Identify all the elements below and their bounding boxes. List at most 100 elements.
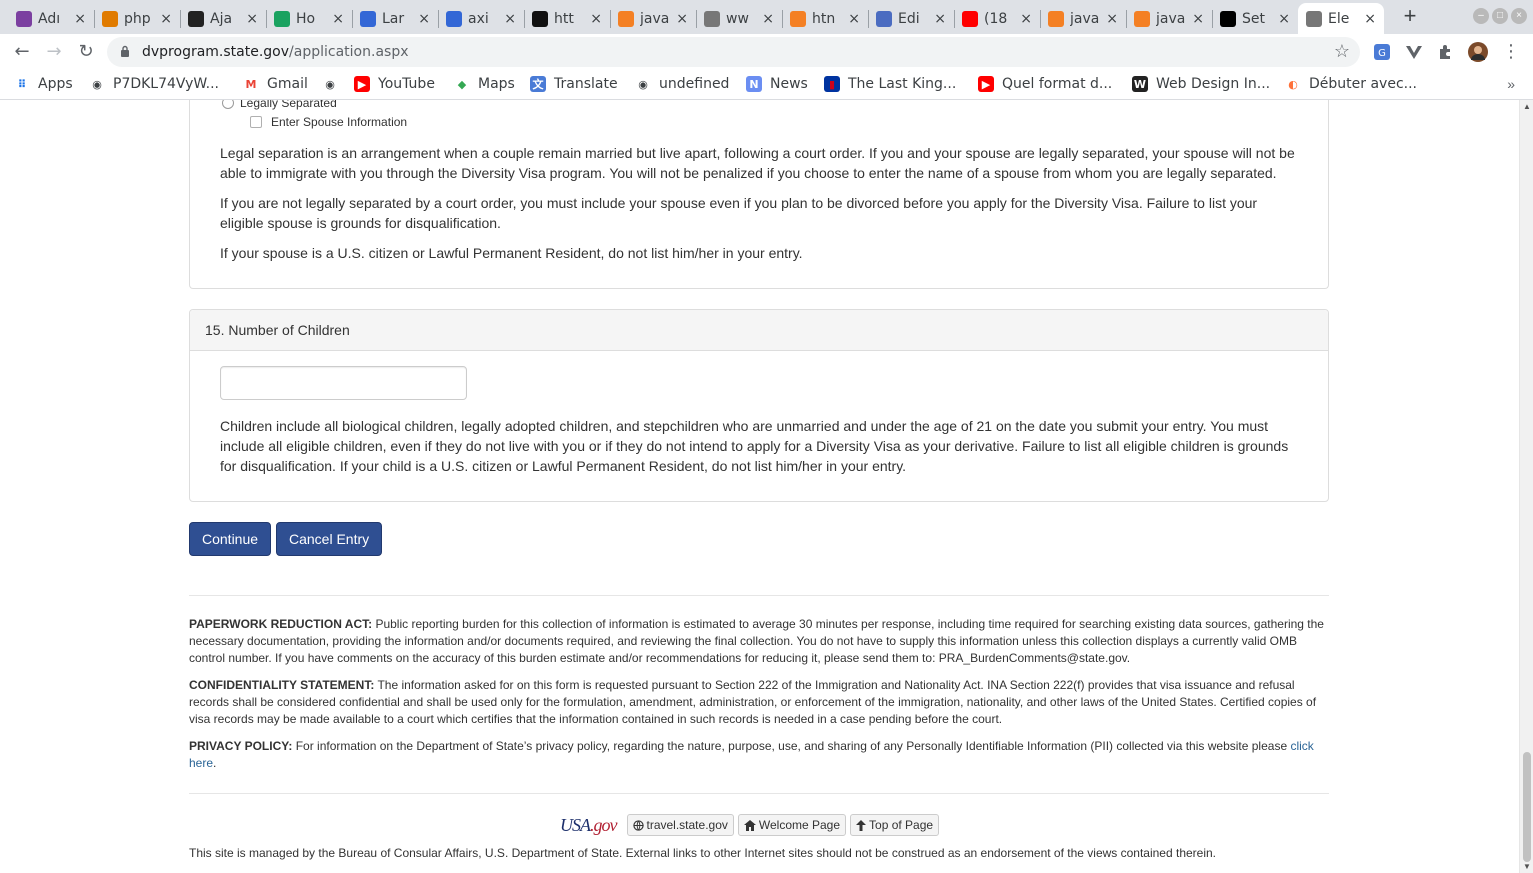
reload-icon[interactable]: ↻	[74, 40, 98, 64]
tab-close-icon[interactable]: ×	[848, 11, 860, 27]
tab-close-icon[interactable]: ×	[590, 11, 602, 27]
bookmark-item[interactable]: ▶ Quel format d...	[978, 76, 1112, 92]
browser-tab[interactable]: htn ×	[782, 3, 868, 34]
extensions-puzzle-icon[interactable]	[1436, 42, 1456, 62]
apps-grid-icon: ⠿	[17, 77, 27, 91]
url-text: dvprogram.state.gov/application.aspx	[142, 44, 409, 60]
tab-label: axi	[468, 10, 489, 27]
profile-avatar-icon[interactable]	[1468, 42, 1488, 62]
browser-tab[interactable]: java ×	[610, 3, 696, 34]
tab-close-icon[interactable]: ×	[1364, 11, 1376, 27]
browser-tab[interactable]: Aja ×	[180, 3, 266, 34]
back-icon[interactable]: ←	[10, 40, 34, 64]
translate-icon: 文	[530, 76, 546, 92]
maximize-icon[interactable]: □	[1492, 8, 1508, 24]
tab-favicon-icon	[962, 10, 978, 27]
cancel-entry-button[interactable]: Cancel Entry	[276, 522, 383, 556]
vue-devtools-icon[interactable]	[1404, 42, 1424, 62]
globe-icon: ◉	[92, 77, 102, 91]
usa-gov-logo[interactable]: USA.gov	[560, 815, 617, 836]
tab-favicon-icon	[790, 10, 806, 27]
travel-state-gov-link[interactable]: travel.state.gov	[626, 814, 734, 836]
bookmark-item[interactable]: ◉ P7DKL74VyW...	[89, 76, 219, 92]
browser-tab[interactable]: Ele ×	[1298, 3, 1384, 34]
tab-close-icon[interactable]: ×	[676, 11, 688, 27]
browser-tab[interactable]: Set ×	[1212, 3, 1298, 34]
new-tab-button[interactable]: +	[1398, 5, 1422, 29]
scrollbar-thumb[interactable]	[1523, 752, 1531, 862]
radio-button[interactable]	[222, 100, 234, 109]
browser-toolbar: ← → ↻ dvprogram.state.gov/application.as…	[0, 34, 1533, 70]
bookmark-item[interactable]: ◉	[322, 76, 346, 92]
tab-strip: Adı × php × Aja × Ho × Lar × axi × htt × java × ww × htn × E…	[0, 0, 1533, 34]
browser-tab[interactable]: java ×	[1126, 3, 1212, 34]
bookmark-item[interactable]: N News	[746, 76, 808, 92]
bookmark-item[interactable]: M Gmail	[243, 76, 308, 92]
address-bar[interactable]: dvprogram.state.gov/application.aspx ☆	[107, 37, 1360, 67]
bookmark-label: Gmail	[267, 76, 308, 92]
browser-tab[interactable]: php ×	[94, 3, 180, 34]
tab-close-icon[interactable]: ×	[74, 11, 86, 27]
browser-tab[interactable]: Lar ×	[352, 3, 438, 34]
youtube-icon: ▶	[978, 76, 994, 92]
bookmarks-more-icon[interactable]: »	[1507, 76, 1515, 92]
globe-icon	[632, 819, 644, 831]
browser-tab[interactable]: ww ×	[696, 3, 782, 34]
tab-favicon-icon	[1134, 10, 1150, 27]
tab-close-icon[interactable]: ×	[1106, 11, 1118, 27]
tab-label: Ho	[296, 10, 316, 27]
browser-tab[interactable]: Adı ×	[8, 3, 94, 34]
scroll-down-icon[interactable]: ▼	[1523, 862, 1531, 871]
welcome-page-link[interactable]: Welcome Page	[737, 814, 847, 836]
browser-tab[interactable]: Edi ×	[868, 3, 954, 34]
youtube-icon: ▶	[354, 76, 370, 92]
tab-favicon-icon	[876, 10, 892, 27]
link-label: travel.state.gov	[646, 818, 728, 832]
page-scrollbar[interactable]: ▲ ▼	[1519, 100, 1533, 873]
translate-extension-icon[interactable]: G	[1372, 42, 1392, 62]
bookmark-item[interactable]: 文 Translate	[530, 76, 618, 92]
bookmark-label: The Last King...	[848, 76, 957, 92]
w-icon: W	[1132, 76, 1148, 92]
arrow-up-icon	[856, 819, 867, 831]
number-of-children-input[interactable]	[220, 366, 467, 400]
bookmark-item[interactable]: W Web Design In...	[1132, 76, 1270, 92]
tab-close-icon[interactable]: ×	[1192, 11, 1204, 27]
tab-close-icon[interactable]: ×	[246, 11, 258, 27]
confidentiality-statement: CONFIDENTIALITY STATEMENT: The informati…	[189, 677, 1329, 728]
tab-close-icon[interactable]: ×	[332, 11, 344, 27]
enter-spouse-option[interactable]: Enter Spouse Information	[250, 115, 407, 129]
browser-tab[interactable]: Ho ×	[266, 3, 352, 34]
footer-links: USA.gov travel.state.gov Welcome Page To…	[560, 814, 940, 836]
tab-close-icon[interactable]: ×	[160, 11, 172, 27]
bookmark-item[interactable]: ◆ Maps	[454, 76, 515, 92]
close-window-icon[interactable]: ×	[1511, 8, 1527, 24]
bookmark-item[interactable]: ▶ YouTube	[354, 76, 435, 92]
top-of-page-link[interactable]: Top of Page	[850, 814, 940, 836]
tab-close-icon[interactable]: ×	[1020, 11, 1032, 27]
tab-close-icon[interactable]: ×	[418, 11, 430, 27]
enter-spouse-checkbox[interactable]	[250, 116, 262, 128]
tab-label: (18	[984, 10, 1008, 27]
tab-close-icon[interactable]: ×	[762, 11, 774, 27]
tab-close-icon[interactable]: ×	[504, 11, 516, 27]
forward-icon[interactable]: →	[42, 40, 66, 64]
bookmark-item[interactable]: ◐ Débuter avec...	[1285, 76, 1417, 92]
scroll-up-icon[interactable]: ▲	[1523, 102, 1531, 111]
bookmark-label: Débuter avec...	[1309, 76, 1417, 92]
browser-tab[interactable]: (18 ×	[954, 3, 1040, 34]
bookmark-star-icon[interactable]: ☆	[1334, 41, 1350, 62]
continue-button[interactable]: Continue	[189, 522, 272, 556]
browser-tab[interactable]: java ×	[1040, 3, 1126, 34]
tab-close-icon[interactable]: ×	[934, 11, 946, 27]
bookmark-item[interactable]: ◉ undefined	[635, 76, 729, 92]
bookmark-item[interactable]: ▮ The Last King...	[824, 76, 956, 92]
tab-close-icon[interactable]: ×	[1278, 11, 1290, 27]
minimize-icon[interactable]: –	[1473, 8, 1489, 24]
bookmark-item[interactable]: ⠿ Apps	[14, 76, 73, 92]
legally-separated-option[interactable]: Legally Separated	[222, 100, 337, 110]
browser-tab[interactable]: axi ×	[438, 3, 524, 34]
browser-tab[interactable]: htt ×	[524, 3, 610, 34]
browser-menu-icon[interactable]: ⋮	[1499, 40, 1523, 64]
tab-label: php	[124, 10, 151, 27]
